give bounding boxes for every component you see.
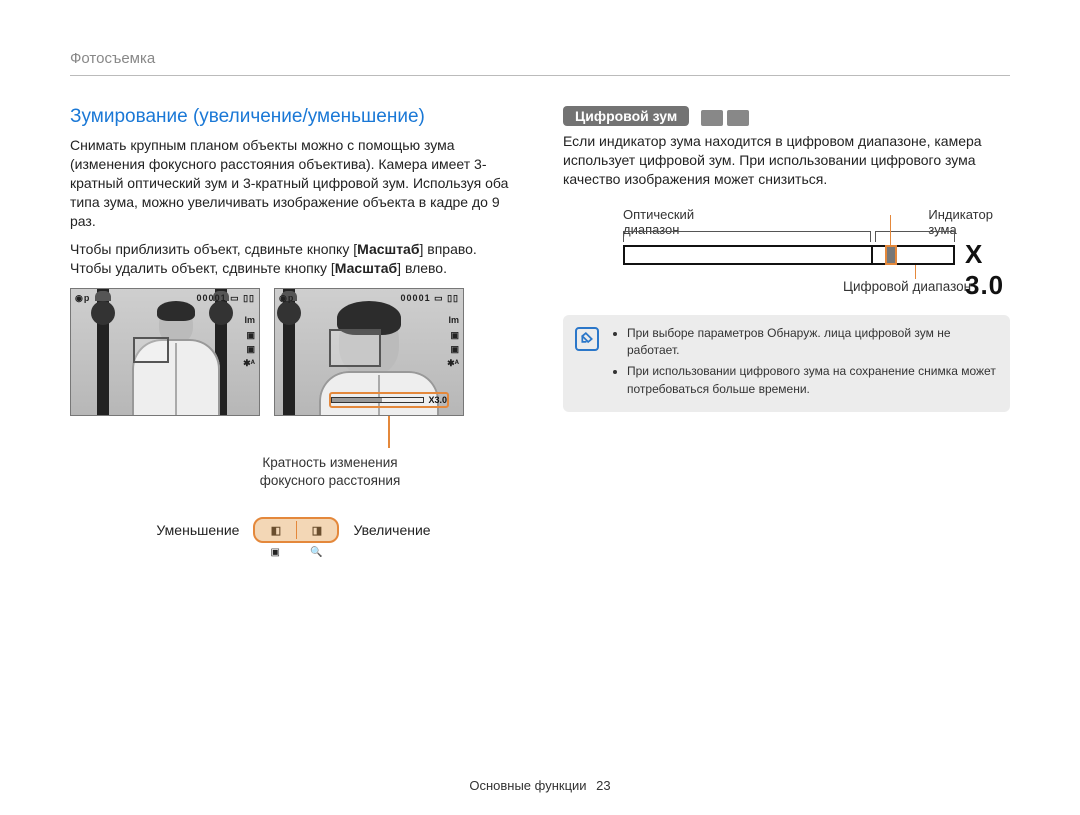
zoom-multiplier: X 3.0 [965, 239, 1010, 301]
right-column: Цифровой зум Если индикатор зума находит… [563, 106, 1010, 543]
screenshot-row: ◉p 00001 ▭ ▯▯ Im▣▣✱ᴬ [70, 288, 517, 416]
mode-icon: ◉p [279, 293, 294, 304]
zoom-control-row: Уменьшение ◧ ◨ ▣ 🔍 Увеличение [70, 517, 517, 543]
page-footer: Основные функции 23 [0, 778, 1080, 793]
digital-zone [871, 247, 953, 263]
mode-icon [727, 110, 749, 126]
square-icon: ▣ [270, 547, 279, 558]
zoom-out-half[interactable]: ◧ [255, 519, 296, 541]
camera-screenshot-zoom: ◉p 00001 ▭ ▯▯ Im▣▣✱ᴬ X3.0 [274, 288, 464, 416]
instruction-paragraph: Чтобы приблизить объект, сдвиньте кнопку… [70, 240, 517, 278]
digital-zoom-pill: Цифровой зум [563, 106, 689, 126]
note-item: При использовании цифрового зума на сохр… [627, 363, 996, 398]
content-columns: Зумирование (увеличение/уменьшение) Сним… [70, 106, 1010, 543]
caption-zoom-factor: Кратность изменения фокусного расстояния [220, 454, 440, 489]
mode-icons [701, 110, 749, 126]
indicator-line [890, 215, 891, 245]
left-column: Зумирование (увеличение/уменьшение) Сним… [70, 106, 517, 543]
mode-icon: ◉p [75, 293, 90, 304]
bold-scale-1: Масштаб [357, 241, 419, 257]
heading-row: Цифровой зум [563, 106, 1010, 132]
side-icons: Im▣▣✱ᴬ [235, 313, 255, 371]
note-item: При выборе параметров Обнаруж. лица цифр… [627, 325, 996, 360]
zoom-bar-illustration: Оптический диапазон Индикатор зума X 3.0… [563, 207, 1010, 297]
lamp-illustration [97, 289, 109, 415]
range-brackets [623, 231, 955, 241]
bold-scale-2: Масштаб [335, 260, 397, 276]
page: Фотосъемка Зумирование (увеличение/умень… [0, 0, 1080, 815]
magnifier-icon: 🔍 [310, 547, 322, 558]
callout-line [388, 416, 390, 448]
zoom-in-half[interactable]: ◨ [296, 519, 337, 541]
note-info-icon [575, 327, 599, 351]
zoom-thumb [885, 245, 897, 265]
label-digital-range: Цифровой диапазон [843, 279, 971, 294]
focus-frame [133, 337, 169, 363]
callout-highlight [329, 392, 449, 408]
zoom-symbols: ▣ 🔍 [255, 547, 337, 558]
lcd-zoom: ◉p 00001 ▭ ▯▯ Im▣▣✱ᴬ X3.0 [274, 288, 464, 416]
lcd-wide: ◉p 00001 ▭ ▯▯ Im▣▣✱ᴬ [70, 288, 260, 416]
page-number: 23 [596, 778, 610, 793]
lamp-illustration [283, 289, 295, 415]
text: ] влево. [397, 260, 447, 276]
status-bar: ◉p 00001 ▭ ▯▯ [279, 293, 459, 304]
footer-section: Основные функции [469, 778, 586, 793]
camera-screenshot-wide: ◉p 00001 ▭ ▯▯ Im▣▣✱ᴬ [70, 288, 260, 416]
section-title: Зумирование (увеличение/уменьшение) [70, 106, 517, 128]
zoom-track [623, 245, 955, 265]
focus-frame [329, 329, 381, 367]
status-bar: ◉p 00001 ▭ ▯▯ [75, 293, 255, 304]
side-icons: Im▣▣✱ᴬ [439, 313, 459, 371]
intro-paragraph: Снимать крупным планом объекты можно с п… [70, 136, 517, 230]
battery-icon: 00001 ▭ ▯▯ [401, 293, 459, 304]
label-increase: Увеличение [353, 522, 430, 538]
zoom-rocker-button[interactable]: ◧ ◨ ▣ 🔍 [253, 517, 339, 543]
battery-icon: 00001 ▭ ▯▯ [197, 293, 255, 304]
label-decrease: Уменьшение [156, 522, 239, 538]
breadcrumb: Фотосъемка [70, 50, 1010, 76]
mode-icon [701, 110, 723, 126]
note-box: При выборе параметров Обнаруж. лица цифр… [563, 315, 1010, 413]
digital-line [915, 265, 916, 279]
text: Чтобы приблизить объект, сдвиньте кнопку… [70, 241, 357, 257]
digital-zoom-paragraph: Если индикатор зума находится в цифровом… [563, 132, 1010, 189]
